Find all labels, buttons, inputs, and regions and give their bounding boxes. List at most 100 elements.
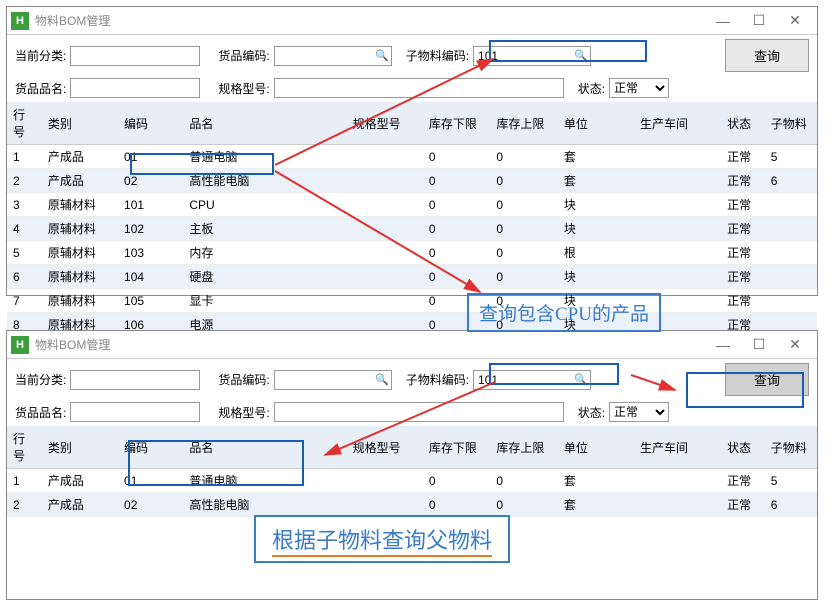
product-code-input[interactable] bbox=[274, 370, 392, 390]
table-row[interactable]: 6原辅材料104硬盘00块正常 bbox=[7, 265, 817, 289]
bom-table: 行号类别编码品名规格型号库存下限库存上限单位生产车间状态子物料 1产成品01普通… bbox=[7, 426, 817, 517]
label-status: 状态: bbox=[578, 80, 605, 97]
table-row[interactable]: 4原辅材料102主板00块正常 bbox=[7, 217, 817, 241]
cell bbox=[634, 193, 721, 217]
search-icon[interactable]: 🔍 bbox=[375, 373, 389, 386]
cell: 高性能电脑 bbox=[183, 493, 346, 517]
cell: 内存 bbox=[183, 241, 346, 265]
col-header: 单位 bbox=[558, 426, 634, 469]
cell bbox=[347, 289, 423, 313]
cell: 2 bbox=[7, 493, 42, 517]
status-select[interactable]: 正常 bbox=[609, 78, 669, 98]
cell: 105 bbox=[118, 289, 183, 313]
col-header: 库存上限 bbox=[490, 102, 558, 145]
annotation-cpu-query: 查询包含CPU的产品 bbox=[467, 293, 661, 332]
product-name-input[interactable] bbox=[70, 78, 200, 98]
col-header: 子物料 bbox=[765, 426, 817, 469]
table-row[interactable]: 1产成品01普通电脑00套正常5 bbox=[7, 469, 817, 493]
cell bbox=[765, 217, 817, 241]
cell: 产成品 bbox=[42, 469, 118, 493]
cell: 2 bbox=[7, 169, 42, 193]
search-icon[interactable]: 🔍 bbox=[375, 49, 389, 62]
maximize-button[interactable]: ☐ bbox=[741, 333, 777, 357]
table-row[interactable]: 2产成品02高性能电脑00套正常6 bbox=[7, 169, 817, 193]
cell: 0 bbox=[423, 145, 491, 169]
cell: 正常 bbox=[721, 241, 765, 265]
cell bbox=[347, 493, 423, 517]
label-product-name: 货品品名: bbox=[15, 80, 66, 97]
table-row[interactable]: 7原辅材料105显卡00块正常 bbox=[7, 289, 817, 313]
label-sub-material: 子物料编码: bbox=[406, 47, 469, 64]
cell: 0 bbox=[423, 193, 491, 217]
query-button[interactable]: 查询 bbox=[725, 39, 809, 72]
sub-material-input[interactable] bbox=[473, 370, 591, 390]
close-button[interactable]: ✕ bbox=[777, 333, 813, 357]
maximize-button[interactable]: ☐ bbox=[741, 9, 777, 33]
cell bbox=[347, 193, 423, 217]
cell: 原辅材料 bbox=[42, 289, 118, 313]
cell bbox=[347, 265, 423, 289]
cell: 原辅材料 bbox=[42, 265, 118, 289]
app-icon: H bbox=[11, 12, 29, 30]
col-header: 编码 bbox=[118, 426, 183, 469]
cell: 正常 bbox=[721, 469, 765, 493]
cell: 0 bbox=[423, 169, 491, 193]
status-select[interactable]: 正常 bbox=[609, 402, 669, 422]
label-sub-material: 子物料编码: bbox=[406, 371, 469, 388]
cell bbox=[347, 217, 423, 241]
product-code-input[interactable] bbox=[274, 46, 392, 66]
cell: 6 bbox=[765, 169, 817, 193]
query-button[interactable]: 查询 bbox=[725, 363, 809, 396]
search-icon[interactable]: 🔍 bbox=[574, 49, 588, 62]
cell: 0 bbox=[423, 469, 491, 493]
minimize-button[interactable]: — bbox=[705, 9, 741, 33]
cell: 主板 bbox=[183, 217, 346, 241]
product-name-input[interactable] bbox=[70, 402, 200, 422]
cell: 01 bbox=[118, 469, 183, 493]
minimize-button[interactable]: — bbox=[705, 333, 741, 357]
table-row[interactable]: 5原辅材料103内存00根正常 bbox=[7, 241, 817, 265]
cell: 正常 bbox=[721, 169, 765, 193]
category-input[interactable] bbox=[70, 370, 200, 390]
cell: 正常 bbox=[721, 289, 765, 313]
cell: 5 bbox=[7, 241, 42, 265]
category-input[interactable] bbox=[70, 46, 200, 66]
label-status: 状态: bbox=[578, 404, 605, 421]
sub-material-input[interactable] bbox=[473, 46, 591, 66]
cell: 6 bbox=[765, 493, 817, 517]
cell: 产成品 bbox=[42, 169, 118, 193]
cell: 普通电脑 bbox=[183, 469, 346, 493]
col-header: 编码 bbox=[118, 102, 183, 145]
cell: 02 bbox=[118, 169, 183, 193]
cell bbox=[347, 145, 423, 169]
close-button[interactable]: ✕ bbox=[777, 9, 813, 33]
cell bbox=[634, 493, 721, 517]
cell bbox=[634, 217, 721, 241]
bom-window-top: H 物料BOM管理 — ☐ ✕ 当前分类: 货品编码: 🔍 子物料编码: 🔍 查… bbox=[6, 6, 818, 296]
cell: 块 bbox=[558, 193, 634, 217]
col-header: 库存上限 bbox=[490, 426, 558, 469]
cell: 正常 bbox=[721, 217, 765, 241]
cell: 显卡 bbox=[183, 289, 346, 313]
cell bbox=[765, 241, 817, 265]
cell: 01 bbox=[118, 145, 183, 169]
cell: 0 bbox=[490, 241, 558, 265]
cell: 5 bbox=[765, 469, 817, 493]
titlebar: H 物料BOM管理 — ☐ ✕ bbox=[7, 7, 817, 35]
col-header: 状态 bbox=[721, 426, 765, 469]
table-row[interactable]: 2产成品02高性能电脑00套正常6 bbox=[7, 493, 817, 517]
label-category: 当前分类: bbox=[15, 47, 66, 64]
col-header: 品名 bbox=[183, 426, 346, 469]
spec-input[interactable] bbox=[274, 78, 564, 98]
spec-input[interactable] bbox=[274, 402, 564, 422]
cell: 02 bbox=[118, 493, 183, 517]
col-header: 生产车间 bbox=[634, 426, 721, 469]
search-icon[interactable]: 🔍 bbox=[574, 373, 588, 386]
col-header: 生产车间 bbox=[634, 102, 721, 145]
table-row[interactable]: 1产成品01普通电脑00套正常5 bbox=[7, 145, 817, 169]
cell: 0 bbox=[490, 469, 558, 493]
label-spec: 规格型号: bbox=[218, 404, 269, 421]
cell bbox=[634, 265, 721, 289]
table-row[interactable]: 3原辅材料101CPU00块正常 bbox=[7, 193, 817, 217]
cell: 0 bbox=[490, 145, 558, 169]
